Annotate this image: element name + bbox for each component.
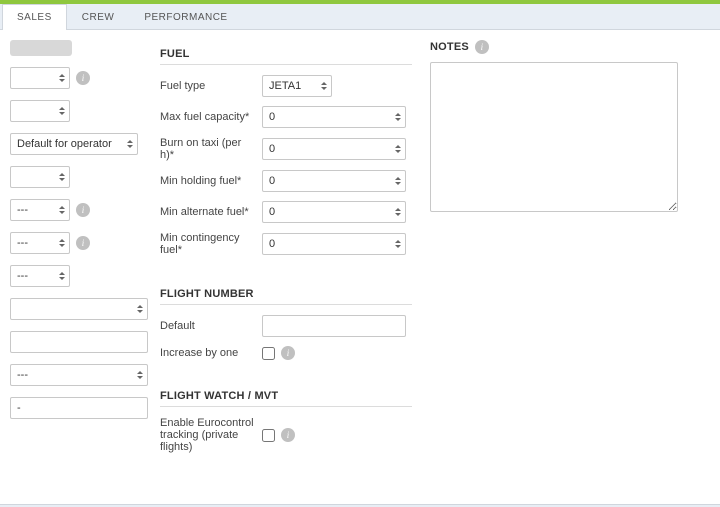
left-select-4[interactable] bbox=[10, 298, 148, 320]
left-select-dash-1[interactable] bbox=[10, 199, 70, 221]
left-pill bbox=[10, 40, 72, 56]
notes-textarea[interactable] bbox=[430, 62, 678, 212]
fuel-type-select[interactable] bbox=[262, 75, 332, 97]
max-fuel-input[interactable] bbox=[262, 106, 406, 128]
min-alternate-label: Min alternate fuel* bbox=[160, 206, 256, 218]
min-holding-label: Min holding fuel* bbox=[160, 175, 256, 187]
tab-crew[interactable]: CREW bbox=[67, 4, 130, 30]
info-icon: i bbox=[475, 40, 489, 54]
fuel-title: FUEL bbox=[160, 40, 412, 64]
flight-number-default-input[interactable] bbox=[262, 315, 406, 337]
increase-by-one-label: Increase by one bbox=[160, 347, 256, 359]
burn-taxi-input[interactable] bbox=[262, 138, 406, 160]
eurocontrol-label: Enable Eurocontrol tracking (private fli… bbox=[160, 417, 256, 453]
burn-taxi-label: Burn on taxi (per h)* bbox=[160, 137, 256, 161]
info-icon: i bbox=[76, 203, 90, 217]
left-select-2[interactable] bbox=[10, 100, 70, 122]
left-select-dash-4[interactable] bbox=[10, 364, 148, 386]
max-fuel-label: Max fuel capacity* bbox=[160, 111, 256, 123]
tabstrip: SALES CREW PERFORMANCE bbox=[0, 4, 720, 30]
left-select-dash-3[interactable] bbox=[10, 265, 70, 287]
left-select-1[interactable] bbox=[10, 67, 70, 89]
divider bbox=[160, 64, 412, 65]
min-alternate-input[interactable] bbox=[262, 201, 406, 223]
left-select-dash-2[interactable] bbox=[10, 232, 70, 254]
right-column: NOTES i bbox=[420, 30, 700, 504]
min-contingency-input[interactable] bbox=[262, 233, 406, 255]
info-icon: i bbox=[76, 71, 90, 85]
tab-sales[interactable]: SALES bbox=[2, 4, 67, 30]
left-select-3[interactable] bbox=[10, 166, 70, 188]
info-icon: i bbox=[281, 346, 295, 360]
fuel-type-label: Fuel type bbox=[160, 80, 256, 92]
min-holding-input[interactable] bbox=[262, 170, 406, 192]
flight-watch-title: FLIGHT WATCH / MVT bbox=[160, 382, 412, 406]
eurocontrol-checkbox[interactable] bbox=[262, 429, 275, 442]
divider bbox=[160, 304, 412, 305]
left-text-dash[interactable] bbox=[10, 397, 148, 419]
left-text-1[interactable] bbox=[10, 331, 148, 353]
info-icon: i bbox=[76, 236, 90, 250]
left-column: i i i bbox=[0, 30, 150, 504]
info-icon: i bbox=[281, 428, 295, 442]
increase-by-one-checkbox[interactable] bbox=[262, 347, 275, 360]
flight-number-default-label: Default bbox=[160, 320, 256, 332]
divider bbox=[160, 406, 412, 407]
middle-column: FUEL Fuel type Max fuel capacity* Burn o… bbox=[150, 30, 420, 504]
notes-title: NOTES bbox=[430, 41, 469, 53]
min-contingency-label: Min contingency fuel* bbox=[160, 232, 256, 256]
left-select-default-operator[interactable] bbox=[10, 133, 138, 155]
flight-number-title: FLIGHT NUMBER bbox=[160, 280, 412, 304]
tab-performance[interactable]: PERFORMANCE bbox=[129, 4, 242, 30]
